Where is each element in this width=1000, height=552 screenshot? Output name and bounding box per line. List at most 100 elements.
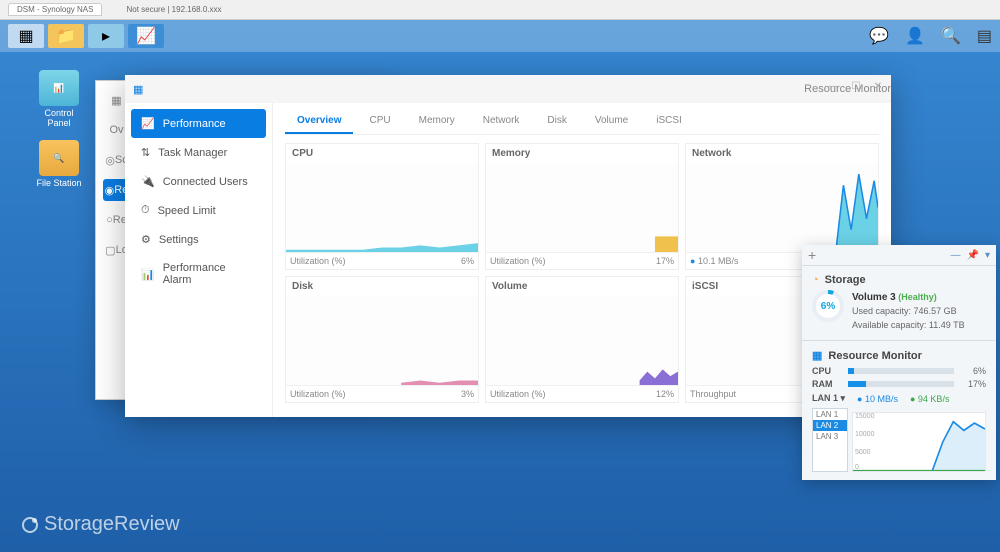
chart-disk[interactable]: Disk Utilization (%) 3% bbox=[285, 276, 479, 403]
donut-chart bbox=[812, 290, 844, 322]
sidebar-item-label: Performance Alarm bbox=[163, 262, 256, 286]
chart-title: Volume bbox=[486, 277, 678, 296]
chat-icon[interactable]: 💬 bbox=[869, 26, 889, 46]
tab-volume[interactable]: Volume bbox=[583, 109, 640, 134]
chart-footer-label: Throughput bbox=[690, 389, 736, 399]
sidebar-item-label: Settings bbox=[159, 234, 199, 246]
sidebar-item-label: Task Manager bbox=[158, 147, 227, 159]
chart-footer-value: 3% bbox=[461, 389, 474, 399]
rm-icon: ▦ bbox=[812, 349, 822, 362]
sidebar: 📈 Performance ⇅ Task Manager 🔌 Connected… bbox=[125, 103, 273, 417]
sidebar-item-label: Performance bbox=[163, 118, 226, 130]
widget-resource-monitor: ▦ Resource Monitor CPU 6% RAM 17% LAN 1 ▾… bbox=[802, 340, 996, 480]
used-label: Used capacity: bbox=[852, 306, 911, 316]
collapse-icon[interactable]: ▾ bbox=[985, 250, 990, 261]
sidebar-item-performance-alarm[interactable]: 📊 Performance Alarm bbox=[131, 254, 266, 294]
ram-label: RAM bbox=[812, 379, 842, 389]
connected-users-icon: 🔌 bbox=[141, 175, 155, 188]
browser-tab[interactable]: DSM - Synology NAS bbox=[8, 3, 102, 16]
search-icon[interactable]: 🔍 bbox=[941, 26, 961, 46]
lan-option-selected[interactable]: LAN 2 bbox=[813, 420, 847, 431]
storage-title: Storage bbox=[825, 274, 866, 286]
pin-icon[interactable]: 📌 bbox=[967, 250, 979, 261]
window-titlebar[interactable]: ▦ Resource Monitor — ☐ ✕ bbox=[125, 75, 891, 103]
sidebar-item-label: Speed Limit bbox=[158, 205, 216, 217]
chart-volume[interactable]: Volume Utilization (%)12% bbox=[485, 276, 679, 403]
chart-memory[interactable]: Memory Utilization (%) 17% bbox=[485, 143, 679, 270]
file-station-icon: 🔍 bbox=[39, 140, 79, 176]
menu-icon[interactable]: ▦ bbox=[8, 24, 44, 48]
lan-option[interactable]: LAN 3 bbox=[813, 431, 847, 442]
desktop-icon-file-station[interactable]: 🔍 File Station bbox=[34, 140, 84, 188]
chart-footer-label: Utilization (%) bbox=[490, 256, 546, 266]
chart-footer-label: Utilization (%) bbox=[290, 256, 346, 266]
alarm-icon: 📊 bbox=[141, 268, 155, 281]
sidebar-item-settings[interactable]: ⚙ Settings bbox=[131, 225, 266, 254]
health-badge: (Healthy) bbox=[898, 292, 937, 302]
tab-network[interactable]: Network bbox=[471, 109, 532, 134]
chart-cpu[interactable]: CPU Utilization (%) 6% bbox=[285, 143, 479, 270]
resource-monitor-window: ▦ Resource Monitor — ☐ ✕ 📈 Performance ⇅… bbox=[125, 75, 891, 417]
chart-footer-label: Utilization (%) bbox=[290, 389, 346, 399]
browser-chrome: DSM - Synology NAS Not secure | 192.168.… bbox=[0, 0, 1000, 20]
minimize-icon[interactable]: — bbox=[951, 250, 961, 261]
avail-value: 11.49 TB bbox=[929, 320, 965, 330]
content-area: Overview CPU Memory Network Disk Volume … bbox=[273, 103, 891, 417]
chart-title: CPU bbox=[286, 144, 478, 163]
rm-title: Resource Monitor bbox=[828, 350, 922, 362]
app-icon-1[interactable]: ▸ bbox=[88, 24, 124, 48]
widget-storage: ◔Storage Volume 3 (Healthy) Used capacit… bbox=[802, 265, 996, 340]
lan-select-label[interactable]: LAN 1 ▾ bbox=[812, 393, 845, 404]
lan-dropdown[interactable]: LAN 1 LAN 2 LAN 3 bbox=[812, 408, 848, 472]
ram-value: 17% bbox=[960, 379, 986, 389]
task-manager-icon: ⇅ bbox=[141, 146, 150, 159]
desktop-label: Control Panel bbox=[34, 108, 84, 128]
maximize-icon[interactable]: ☐ bbox=[849, 81, 863, 92]
url-text: Not secure | 192.168.0.xxx bbox=[126, 5, 221, 14]
sidebar-item-connected-users[interactable]: 🔌 Connected Users bbox=[131, 167, 266, 196]
lan-graph: 15000 10000 5000 0 bbox=[852, 412, 986, 472]
widget-header[interactable]: + — 📌 ▾ bbox=[802, 245, 996, 265]
desktop-label: File Station bbox=[34, 178, 84, 188]
avail-label: Available capacity: bbox=[852, 320, 926, 330]
lan-option[interactable]: LAN 1 bbox=[813, 409, 847, 420]
file-station-icon[interactable]: 📁 bbox=[48, 24, 84, 48]
desktop-icon-control-panel[interactable]: 📊 Control Panel bbox=[34, 70, 84, 128]
chart-title: Disk bbox=[286, 277, 478, 296]
net-up: ● 10 MB/s bbox=[857, 394, 898, 404]
sidebar-item-speed-limit[interactable]: ⏱ Speed Limit bbox=[131, 196, 266, 225]
ram-bar bbox=[848, 381, 954, 387]
watermark-icon bbox=[22, 517, 38, 533]
tab-iscsi[interactable]: iSCSI bbox=[644, 109, 694, 134]
gear-icon: ⚙ bbox=[141, 233, 151, 246]
performance-icon: 📈 bbox=[141, 117, 155, 130]
tab-disk[interactable]: Disk bbox=[535, 109, 578, 134]
storage-icon: ◔ bbox=[812, 274, 819, 286]
cpu-bar bbox=[848, 368, 954, 374]
minimize-icon[interactable]: — bbox=[827, 81, 841, 92]
used-value: 746.57 GB bbox=[914, 306, 957, 316]
speed-limit-icon: ⏱ bbox=[141, 204, 150, 217]
user-icon[interactable]: 👤 bbox=[905, 26, 925, 46]
chart-title: Memory bbox=[486, 144, 678, 163]
tab-memory[interactable]: Memory bbox=[407, 109, 467, 134]
tab-bar: Overview CPU Memory Network Disk Volume … bbox=[285, 109, 879, 135]
cpu-value: 6% bbox=[960, 366, 986, 376]
tab-cpu[interactable]: CPU bbox=[357, 109, 402, 134]
cpu-label: CPU bbox=[812, 366, 842, 376]
chart-footer-value: 6% bbox=[461, 256, 474, 266]
chart-grid: CPU Utilization (%) 6% Memory Utilization… bbox=[285, 143, 879, 403]
chart-footer-value: 17% bbox=[656, 256, 674, 266]
plus-icon[interactable]: + bbox=[808, 247, 816, 263]
dashboard-icon[interactable]: ▤ bbox=[977, 26, 992, 46]
sidebar-item-task-manager[interactable]: ⇅ Task Manager bbox=[131, 138, 266, 167]
resource-monitor-icon[interactable]: 📈 bbox=[128, 24, 164, 48]
control-panel-icon: 📊 bbox=[39, 70, 79, 106]
widget-panel: + — 📌 ▾ ◔Storage Volume 3 (Healthy) Used… bbox=[802, 245, 996, 480]
chart-footer-label: ● 10.1 MB/s bbox=[690, 256, 738, 266]
sidebar-item-performance[interactable]: 📈 Performance bbox=[131, 109, 266, 138]
watermark: StorageReview bbox=[22, 513, 180, 536]
tab-overview[interactable]: Overview bbox=[285, 109, 353, 134]
close-icon[interactable]: ✕ bbox=[871, 81, 885, 92]
chart-title: Network bbox=[686, 144, 878, 163]
